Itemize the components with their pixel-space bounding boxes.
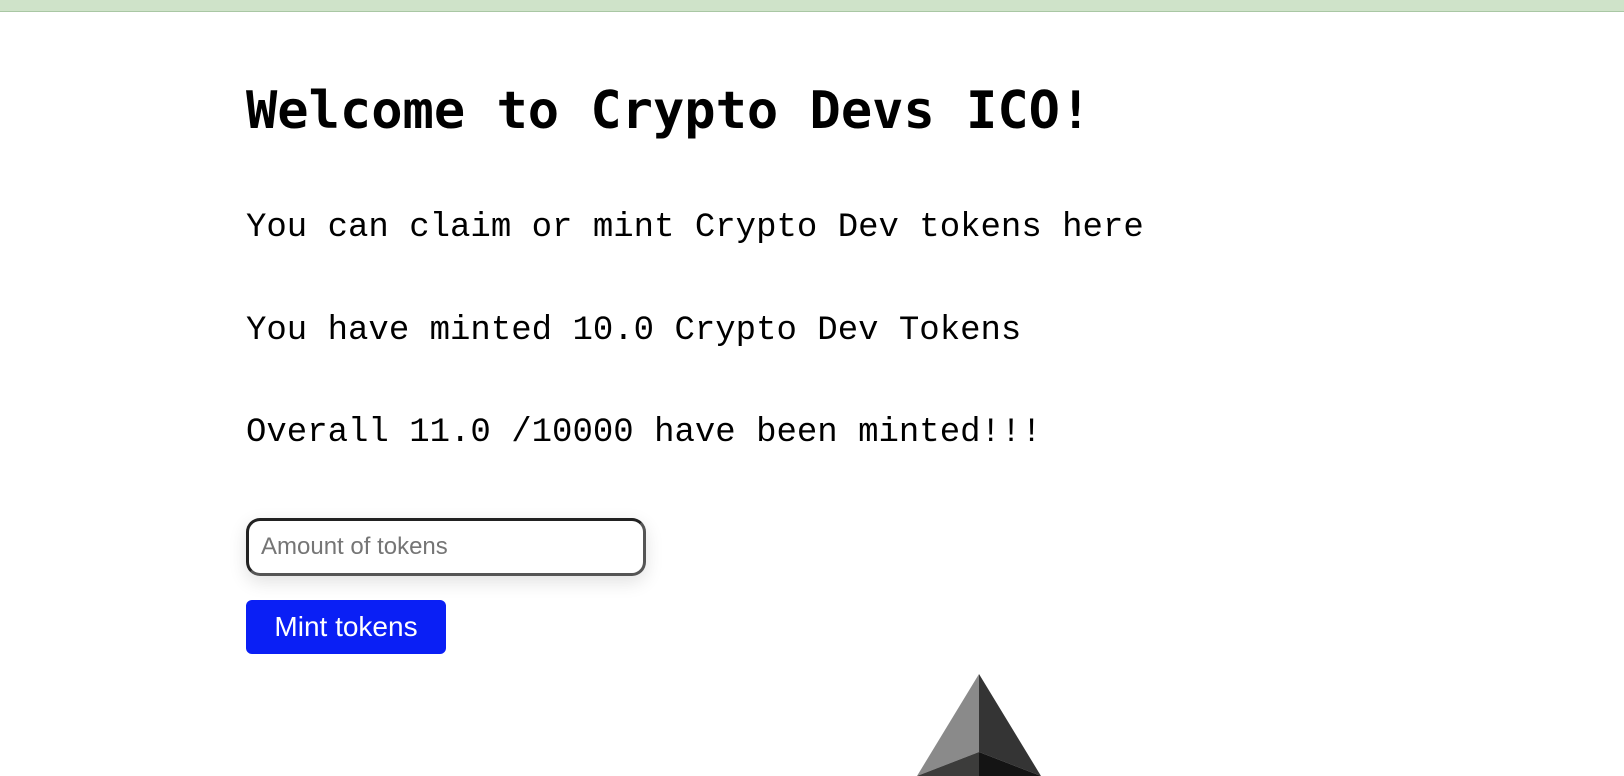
ethereum-logo-icon <box>917 674 1041 776</box>
overall-minted-text: Overall 11.0 /10000 have been minted!!! <box>246 414 1042 452</box>
top-bar <box>0 0 1624 12</box>
mint-tokens-button[interactable]: Mint tokens <box>246 600 446 654</box>
page-title: Welcome to Crypto Devs ICO! <box>246 81 1092 141</box>
description-text: You can claim or mint Crypto Dev tokens … <box>246 209 1144 247</box>
user-minted-text: You have minted 10.0 Crypto Dev Tokens <box>246 312 1022 350</box>
amount-input[interactable] <box>246 518 646 576</box>
